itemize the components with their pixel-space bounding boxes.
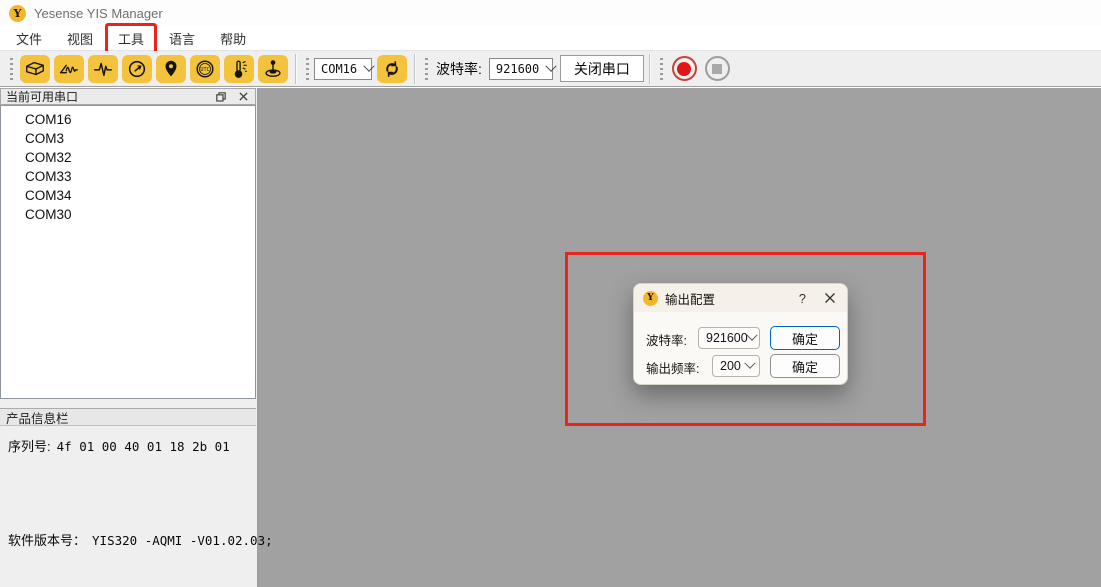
app-window: Y Yesense YIS Manager 文件 视图 工具 语言 帮助 UTC — [0, 0, 1101, 587]
utc-clock-button[interactable]: UTC — [190, 55, 220, 83]
close-icon — [824, 292, 836, 304]
yesense-logo-icon: Y — [9, 5, 26, 22]
toolbar: UTC COM16 波特率: 921600 关闭串口 — [0, 51, 1101, 87]
stop-icon — [712, 64, 722, 74]
svg-text:UTC: UTC — [200, 67, 209, 73]
window-title: Yesense YIS Manager — [34, 6, 163, 21]
dialog-frequency-value: 200 — [720, 359, 741, 373]
dialog-baud-row: 波特率: 921600 确定 — [634, 326, 849, 350]
float-icon — [216, 92, 226, 102]
utc-clock-icon: UTC — [194, 58, 216, 80]
location-pin-icon — [160, 58, 182, 80]
dialog-frequency-label: 输出频率: — [646, 358, 699, 377]
record-icon — [677, 62, 691, 76]
serial-number-value: 4f 01 00 40 01 18 2b 01 — [57, 439, 230, 454]
port-list-item[interactable]: COM30 — [1, 205, 255, 224]
menu-bar: 文件 视图 工具 语言 帮助 — [0, 26, 1101, 51]
refresh-icon — [382, 59, 402, 79]
angle-wave-chart-button[interactable] — [54, 55, 84, 83]
toolbar-separator — [649, 54, 650, 84]
sidebar: 当前可用串口 COM16 COM3 COM32 COM33 COM34 COM3… — [0, 88, 258, 587]
pulse-icon — [92, 58, 114, 80]
dialog-frequency-row: 输出频率: 200 确定 — [634, 354, 849, 378]
port-list-item[interactable]: COM33 — [1, 167, 255, 186]
software-version-value: YIS320 -AQMI -V01.02.03; — [92, 533, 273, 548]
toolbar-drag-handle[interactable] — [660, 58, 663, 80]
toolbar-drag-handle[interactable] — [425, 58, 428, 80]
cube-3d-view-button[interactable] — [20, 55, 50, 83]
baud-rate-value: 921600 — [496, 62, 539, 76]
menu-item-view[interactable]: 视图 — [57, 26, 103, 51]
com-port-value: COM16 — [321, 62, 357, 76]
com-port-select[interactable]: COM16 — [314, 58, 372, 80]
dialog-baud-value: 921600 — [706, 331, 748, 345]
record-button[interactable] — [672, 56, 697, 81]
software-version-label: 软件版本号： — [8, 533, 86, 548]
port-list-item[interactable]: COM16 — [1, 110, 255, 129]
output-config-dialog: Y 输出配置 ? 波特率: 921600 确定 输出频率: 200 确定 — [633, 283, 848, 385]
available-ports-list: COM16 COM3 COM32 COM33 COM34 COM30 — [0, 105, 256, 399]
toolbar-drag-handle[interactable] — [306, 58, 309, 80]
dialog-help-button[interactable]: ? — [795, 291, 810, 306]
toolbar-drag-handle[interactable] — [10, 58, 13, 80]
dialog-frequency-select[interactable]: 200 — [712, 355, 760, 377]
frequency-confirm-button[interactable]: 确定 — [770, 354, 840, 378]
menu-item-file[interactable]: 文件 — [6, 26, 52, 51]
port-list-item[interactable]: COM32 — [1, 148, 255, 167]
dialog-baud-label: 波特率: — [646, 330, 687, 349]
toolbar-separator — [414, 54, 415, 84]
baud-rate-select[interactable]: 921600 — [489, 58, 553, 80]
menu-item-tools[interactable]: 工具 — [108, 26, 154, 51]
thermometer-icon — [228, 58, 250, 80]
gauge-button[interactable] — [122, 55, 152, 83]
pressure-probe-button[interactable] — [258, 55, 288, 83]
baud-confirm-button[interactable]: 确定 — [770, 326, 840, 350]
chevron-down-icon — [546, 60, 557, 71]
chevron-down-icon — [744, 358, 755, 369]
port-list-item[interactable]: COM34 — [1, 186, 255, 205]
product-info-header: 产品信息栏 — [0, 408, 256, 426]
close-serial-port-button[interactable]: 关闭串口 — [560, 55, 644, 82]
baud-rate-label: 波特率: — [436, 59, 482, 79]
close-icon — [239, 92, 248, 101]
port-list-item[interactable]: COM3 — [1, 129, 255, 148]
title-bar: Y Yesense YIS Manager — [0, 0, 1101, 26]
serial-number-label: 序列号: — [8, 439, 51, 454]
chevron-down-icon — [363, 60, 374, 71]
pressure-probe-icon — [262, 58, 284, 80]
menu-item-language[interactable]: 语言 — [159, 26, 205, 51]
location-button[interactable] — [156, 55, 186, 83]
pulse-chart-button[interactable] — [88, 55, 118, 83]
software-version-line: 软件版本号： YIS320 -AQMI -V01.02.03; — [8, 530, 273, 549]
refresh-ports-button[interactable] — [377, 55, 407, 83]
stop-button[interactable] — [705, 56, 730, 81]
cube-icon — [24, 58, 46, 80]
gauge-icon — [126, 58, 148, 80]
temperature-button[interactable] — [224, 55, 254, 83]
toolbar-separator — [295, 54, 296, 84]
dialog-close-button[interactable] — [824, 292, 836, 304]
ports-panel-titlebar: 当前可用串口 — [0, 88, 256, 105]
close-panel-button[interactable] — [236, 90, 250, 104]
dialog-baud-select[interactable]: 921600 — [698, 327, 760, 349]
menu-item-help[interactable]: 帮助 — [210, 26, 256, 51]
serial-number-line: 序列号: 4f 01 00 40 01 18 2b 01 — [8, 436, 230, 455]
dialog-title: 输出配置 — [665, 289, 715, 308]
angle-wave-icon — [58, 58, 80, 80]
ports-panel-title: 当前可用串口 — [6, 88, 78, 105]
dialog-titlebar: Y 输出配置 ? — [634, 284, 847, 312]
yesense-logo-icon: Y — [643, 291, 658, 306]
float-panel-button[interactable] — [214, 90, 228, 104]
